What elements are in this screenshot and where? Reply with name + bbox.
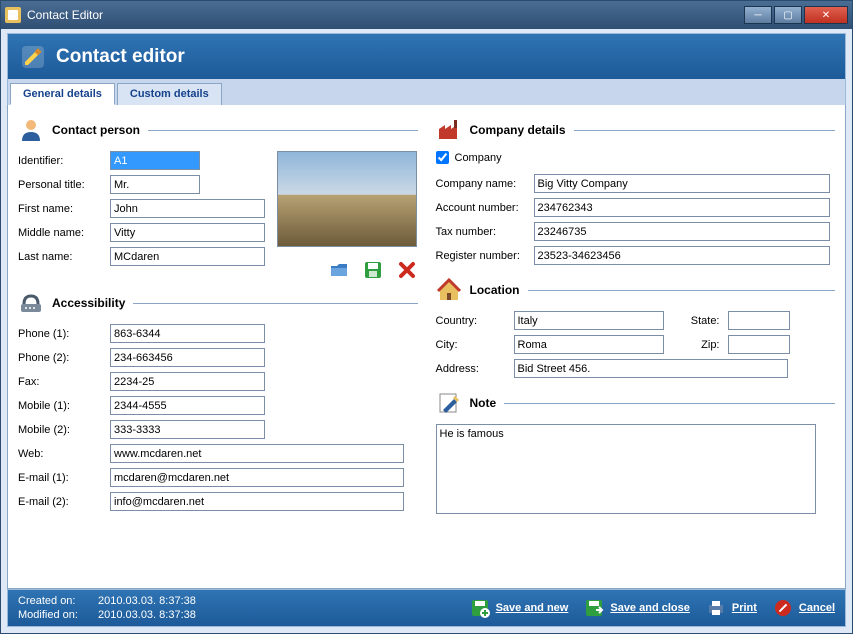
cancel-icon: [773, 598, 793, 618]
minimize-button[interactable]: ─: [744, 6, 772, 24]
web-label: Web:: [18, 448, 110, 460]
first-name-label: First name:: [18, 203, 110, 215]
country-label: Country:: [436, 315, 514, 327]
house-icon: [436, 277, 462, 303]
company-name-label: Company name:: [436, 178, 534, 190]
general-details-panel: Contact person Identifier: Personal titl…: [7, 105, 846, 589]
print-icon: [706, 598, 726, 618]
save-photo-icon[interactable]: [363, 260, 383, 280]
email2-label: E-mail (2):: [18, 496, 110, 508]
header: Contact editor: [7, 33, 846, 79]
cancel-button[interactable]: Cancel: [773, 598, 835, 618]
company-name-input[interactable]: [534, 174, 830, 193]
print-button[interactable]: Print: [706, 598, 757, 618]
company-checkbox[interactable]: [436, 151, 449, 164]
first-name-input[interactable]: [110, 199, 265, 218]
fax-input[interactable]: [110, 372, 265, 391]
contact-editor-window: Contact Editor ─ ▢ ✕ Contact editor Gene…: [0, 0, 853, 634]
mobile2-label: Mobile (2):: [18, 424, 110, 436]
person-icon: [18, 117, 44, 143]
country-input[interactable]: [514, 311, 664, 330]
address-input[interactable]: [514, 359, 788, 378]
group-location: Location: [436, 277, 836, 303]
tax-input[interactable]: [534, 222, 830, 241]
created-value: 2010.03.03. 8:37:38: [98, 595, 196, 607]
register-label: Register number:: [436, 250, 534, 262]
city-input[interactable]: [514, 335, 664, 354]
identifier-input[interactable]: [110, 151, 200, 170]
window-title: Contact Editor: [27, 8, 103, 22]
company-checkbox-label: Company: [455, 152, 502, 164]
email1-label: E-mail (1):: [18, 472, 110, 484]
tab-general-details[interactable]: General details: [10, 83, 115, 105]
fax-label: Fax:: [18, 376, 110, 388]
contact-photo[interactable]: [277, 151, 417, 247]
page-title: Contact editor: [56, 46, 185, 68]
group-accessibility: Accessibility: [18, 290, 418, 316]
personal-title-input[interactable]: [110, 175, 200, 194]
personal-title-label: Personal title:: [18, 179, 110, 191]
tax-label: Tax number:: [436, 226, 534, 238]
last-name-input[interactable]: [110, 247, 265, 266]
email2-input[interactable]: [110, 492, 404, 511]
phone1-label: Phone (1):: [18, 328, 110, 340]
zip-input[interactable]: [728, 335, 790, 354]
phone-icon: [18, 290, 44, 316]
phone2-input[interactable]: [110, 348, 265, 367]
group-note: Note: [436, 390, 836, 416]
created-label: Created on:: [18, 595, 98, 607]
account-label: Account number:: [436, 202, 534, 214]
note-icon: [436, 390, 462, 416]
middle-name-input[interactable]: [110, 223, 265, 242]
state-input[interactable]: [728, 311, 790, 330]
edit-icon: [20, 44, 46, 70]
browse-photo-icon[interactable]: [329, 260, 349, 280]
account-input[interactable]: [534, 198, 830, 217]
tabstrip: General details Custom details: [7, 79, 846, 105]
web-input[interactable]: [110, 444, 404, 463]
group-company-details: Company details: [436, 117, 836, 143]
group-contact-person: Contact person: [18, 117, 418, 143]
phone2-label: Phone (2):: [18, 352, 110, 364]
save-and-new-button[interactable]: Save and new: [470, 598, 569, 618]
identifier-label: Identifier:: [18, 155, 110, 167]
app-icon: [5, 7, 21, 23]
state-label: State:: [680, 315, 720, 327]
modified-label: Modified on:: [18, 609, 98, 621]
email1-input[interactable]: [110, 468, 404, 487]
save-new-icon: [470, 598, 490, 618]
zip-label: Zip:: [680, 339, 720, 351]
modified-value: 2010.03.03. 8:37:38: [98, 609, 196, 621]
middle-name-label: Middle name:: [18, 227, 110, 239]
factory-icon: [436, 117, 462, 143]
register-input[interactable]: [534, 246, 830, 265]
tab-custom-details[interactable]: Custom details: [117, 83, 222, 105]
close-button[interactable]: ✕: [804, 6, 848, 24]
last-name-label: Last name:: [18, 251, 110, 263]
mobile1-input[interactable]: [110, 396, 265, 415]
save-close-icon: [584, 598, 604, 618]
mobile1-label: Mobile (1):: [18, 400, 110, 412]
footer: Created on:2010.03.03. 8:37:38 Modified …: [7, 589, 846, 627]
delete-photo-icon[interactable]: [397, 260, 417, 280]
save-and-close-button[interactable]: Save and close: [584, 598, 690, 618]
phone1-input[interactable]: [110, 324, 265, 343]
mobile2-input[interactable]: [110, 420, 265, 439]
city-label: City:: [436, 339, 514, 351]
note-textarea[interactable]: [436, 424, 816, 514]
address-label: Address:: [436, 363, 514, 375]
titlebar: Contact Editor ─ ▢ ✕: [1, 1, 852, 29]
maximize-button[interactable]: ▢: [774, 6, 802, 24]
